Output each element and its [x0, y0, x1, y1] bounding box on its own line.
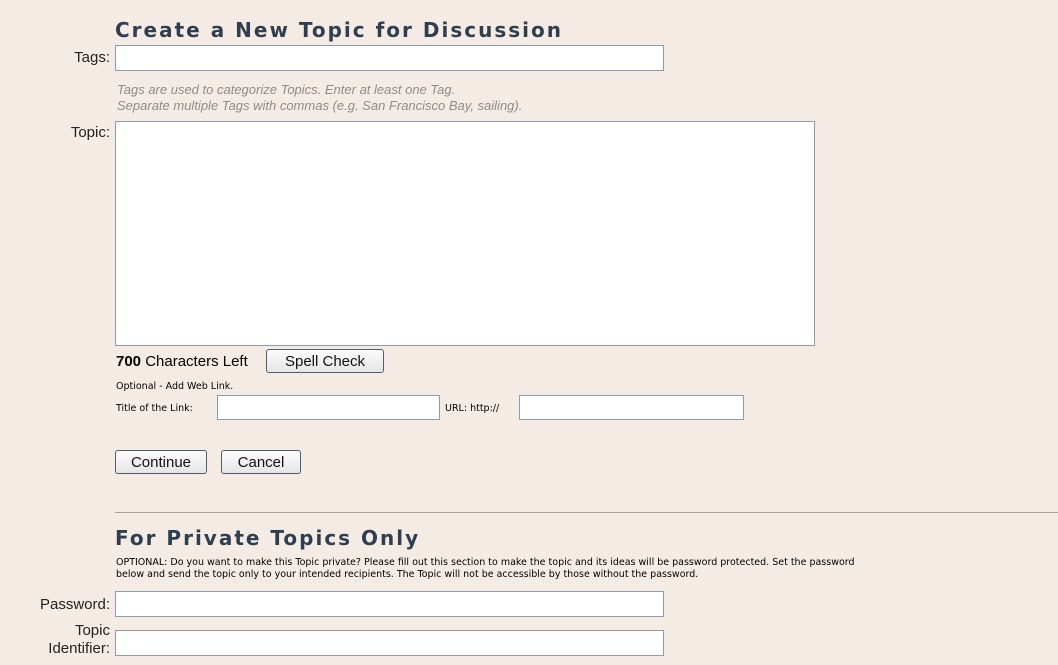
- private-description-line-2: below and send the topic only to your in…: [116, 569, 699, 580]
- section-divider: [115, 512, 1058, 513]
- topic-identifier-label-line-1: Topic: [74, 622, 110, 639]
- spell-check-button[interactable]: Spell Check: [266, 349, 384, 373]
- characters-left-count: 700: [116, 353, 142, 370]
- url-label: URL: http://: [445, 403, 500, 414]
- topic-identifier-label: Topic Identifier:: [10, 622, 110, 658]
- private-description-line-1: OPTIONAL: Do you want to make this Topic…: [116, 557, 855, 568]
- characters-left-text: Characters Left: [145, 353, 248, 370]
- topic-identifier-input[interactable]: [115, 630, 664, 656]
- tags-hint-line-1: Tags are used to categorize Topics. Ente…: [117, 82, 456, 97]
- password-input[interactable]: [115, 591, 664, 617]
- continue-button[interactable]: Continue: [115, 450, 207, 474]
- link-title-label: Title of the Link:: [116, 403, 193, 414]
- cancel-button[interactable]: Cancel: [221, 450, 301, 474]
- topic-identifier-label-line-2: Identifier:: [48, 640, 110, 657]
- private-section-title: For Private Topics Only: [115, 526, 421, 550]
- tags-label: Tags:: [74, 49, 110, 66]
- private-description: OPTIONAL: Do you want to make this Topic…: [116, 557, 1056, 581]
- topic-label: Topic:: [70, 124, 110, 141]
- web-link-heading: Optional - Add Web Link.: [116, 381, 234, 392]
- topic-textarea[interactable]: [115, 121, 815, 346]
- url-input[interactable]: [519, 395, 744, 420]
- link-title-input[interactable]: [217, 395, 440, 420]
- characters-left: 700 Characters Left: [116, 353, 248, 370]
- tags-input[interactable]: [115, 45, 664, 71]
- password-label: Password:: [39, 596, 110, 613]
- tags-hint-line-2: Separate multiple Tags with commas (e.g.…: [117, 98, 523, 113]
- page-title: Create a New Topic for Discussion: [115, 18, 563, 42]
